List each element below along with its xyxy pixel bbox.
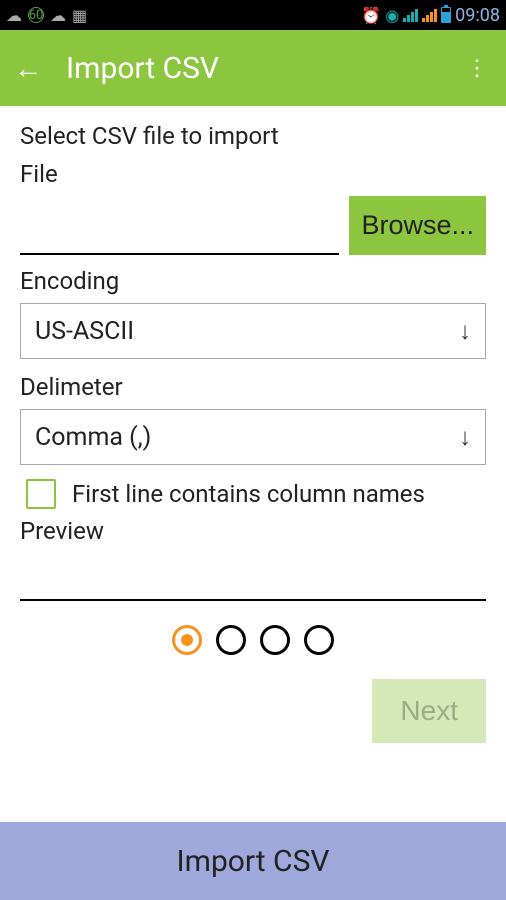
firstline-row: First line contains column names bbox=[26, 479, 486, 509]
delimiter-label: Delimeter bbox=[20, 373, 486, 401]
preview-label: Preview bbox=[20, 517, 486, 545]
file-path-input[interactable] bbox=[20, 201, 339, 255]
overflow-menu-icon[interactable]: ⋮ bbox=[462, 56, 492, 81]
page-dot-1[interactable] bbox=[172, 625, 202, 655]
signal-icon-2 bbox=[422, 9, 437, 22]
bottom-banner[interactable]: Import CSV bbox=[0, 822, 506, 900]
picture-icon: ▦ bbox=[72, 6, 87, 25]
wifi-icon: ◉ bbox=[385, 6, 399, 25]
page-indicator bbox=[20, 625, 486, 655]
battery-icon bbox=[441, 7, 451, 23]
clock-time: 09:08 bbox=[455, 5, 500, 26]
firstline-checkbox[interactable] bbox=[26, 479, 56, 509]
encoding-value: US-ASCII bbox=[35, 317, 134, 346]
preview-area bbox=[20, 553, 486, 601]
instruction-text: Select CSV file to import bbox=[20, 122, 486, 150]
next-button[interactable]: Next bbox=[372, 679, 486, 743]
file-row: Browse... bbox=[20, 196, 486, 255]
firstline-label: First line contains column names bbox=[72, 480, 425, 508]
app-bar: ← Import CSV ⋮ bbox=[0, 30, 506, 106]
delimiter-value: Comma (,) bbox=[35, 423, 151, 452]
cloud-icon: ☁ bbox=[6, 6, 22, 25]
status-bar: ☁ 60 ☁ ▦ ⏰ ◉ 09:08 bbox=[0, 0, 506, 30]
banner-label: Import CSV bbox=[176, 844, 329, 879]
next-row: Next bbox=[20, 679, 486, 743]
encoding-label: Encoding bbox=[20, 267, 486, 295]
encoding-select[interactable]: US-ASCII ↓ bbox=[20, 303, 486, 359]
browse-button[interactable]: Browse... bbox=[349, 196, 486, 255]
signal-icon-1 bbox=[403, 9, 418, 22]
app-title: Import CSV bbox=[66, 51, 462, 86]
alarm-icon: ⏰ bbox=[361, 6, 381, 25]
page-dot-4[interactable] bbox=[304, 625, 334, 655]
cloud-sync-icon: ☁ bbox=[50, 6, 66, 25]
page-dot-3[interactable] bbox=[260, 625, 290, 655]
chevron-down-icon: ↓ bbox=[459, 423, 471, 452]
back-arrow-icon[interactable]: ← bbox=[14, 52, 42, 85]
chevron-down-icon: ↓ bbox=[459, 317, 471, 346]
status-left: ☁ 60 ☁ ▦ bbox=[6, 6, 87, 25]
status-right: ⏰ ◉ 09:08 bbox=[361, 5, 500, 26]
page-dot-2[interactable] bbox=[216, 625, 246, 655]
badge-icon: 60 bbox=[28, 7, 44, 23]
file-label: File bbox=[20, 160, 486, 188]
content-area: Select CSV file to import File Browse...… bbox=[0, 106, 506, 743]
delimiter-select[interactable]: Comma (,) ↓ bbox=[20, 409, 486, 465]
